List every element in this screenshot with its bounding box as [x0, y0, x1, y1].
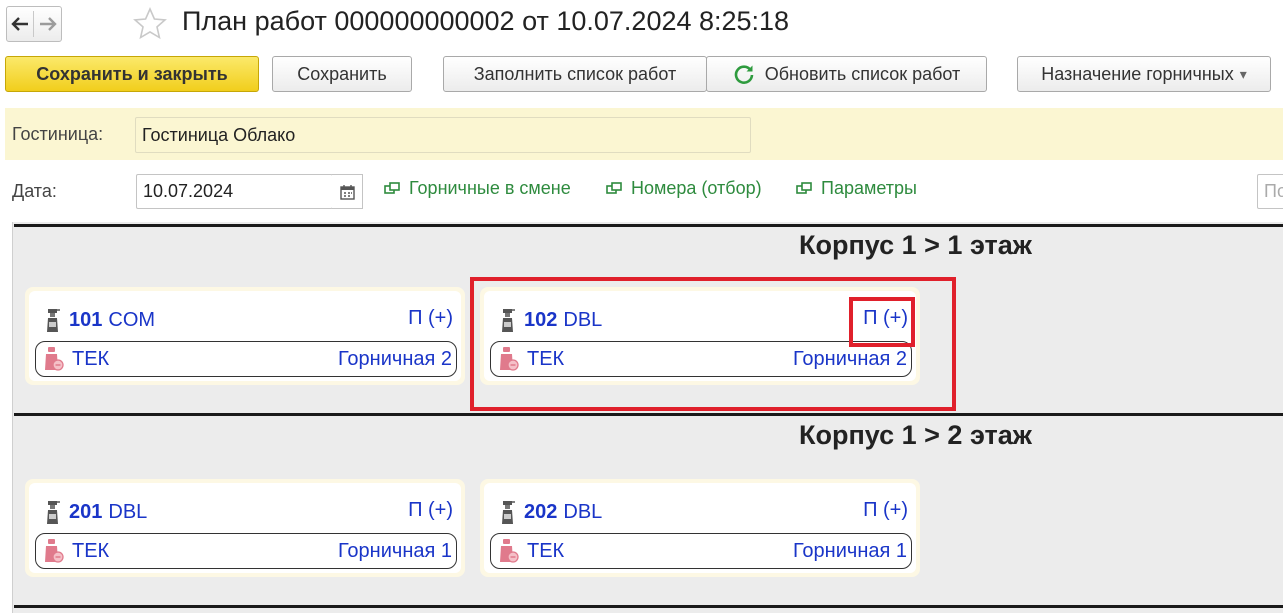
parameters-link[interactable]: Параметры — [796, 178, 917, 199]
room-number: 202 — [524, 500, 558, 523]
room-card-201[interactable]: 201 DBL П (+) ТЕК Горничная 1 — [25, 479, 465, 577]
room-type: COM — [108, 308, 156, 331]
star-icon — [133, 7, 167, 40]
search-input[interactable]: По — [1257, 174, 1283, 209]
add-task-link[interactable]: П (+) — [408, 499, 453, 522]
nav-buttons — [6, 6, 62, 42]
rooms-filter-label: Номера (отбор) — [631, 178, 762, 198]
floor-separator — [14, 224, 1283, 227]
cleaning-task-icon — [500, 539, 519, 563]
parameters-label: Параметры — [821, 178, 917, 198]
refresh-icon — [734, 65, 754, 84]
forward-button[interactable] — [35, 7, 61, 41]
hotel-label: Гостиница: — [12, 124, 104, 144]
date-label: Дата: — [12, 181, 57, 201]
room-type: DBL — [563, 500, 603, 523]
highlight-add-task — [849, 297, 915, 347]
spray-bottle-icon — [47, 309, 60, 332]
calendar-button[interactable] — [332, 174, 363, 209]
task-row[interactable]: ТЕК Горничная 2 — [35, 341, 457, 377]
refresh-work-list-button[interactable]: Обновить список работ — [706, 56, 987, 92]
task-code: ТЕК — [527, 540, 565, 562]
floor-title: Корпус 1 > 1 этаж — [799, 230, 1032, 260]
fill-work-list-button[interactable]: Заполнить список работ — [443, 56, 707, 92]
hotel-field[interactable]: Гостиница Облако — [135, 117, 751, 153]
room-number: 201 — [69, 500, 103, 523]
floor-separator — [14, 605, 1283, 608]
add-task-link[interactable]: П (+) — [863, 499, 908, 522]
maid-name: Горничная 1 — [337, 540, 452, 562]
open-panel-icon — [796, 181, 812, 197]
back-button[interactable] — [7, 7, 33, 41]
maid-name: Горничная 1 — [792, 540, 907, 562]
open-panel-icon — [606, 181, 622, 197]
chevron-down-icon: ▾ — [1239, 65, 1247, 82]
room-card-101[interactable]: 101 COM П (+) ТЕК Горничная 2 — [25, 287, 465, 385]
rooms-filter-link[interactable]: Номера (отбор) — [606, 178, 762, 199]
assign-maids-dropdown[interactable]: Назначение горничных ▾ — [1017, 56, 1271, 92]
task-row[interactable]: ТЕК Горничная 1 — [35, 533, 457, 569]
room-number: 101 — [69, 308, 103, 331]
cleaning-task-icon — [45, 539, 64, 563]
maid-name: Горничная 2 — [337, 348, 452, 370]
save-and-close-button[interactable]: Сохранить и закрыть — [5, 56, 259, 92]
spray-bottle-icon — [47, 501, 60, 524]
cleaning-task-icon — [45, 347, 64, 371]
room-type: DBL — [108, 500, 148, 523]
floor-title: Корпус 1 > 2 этаж — [799, 420, 1032, 450]
task-code: ТЕК — [72, 540, 110, 562]
task-row[interactable]: ТЕК Горничная 1 — [490, 533, 912, 569]
date-field[interactable]: 10.07.2024 — [136, 174, 333, 209]
maids-on-shift-link[interactable]: Горничные в смене — [384, 178, 571, 199]
favorite-star[interactable] — [133, 7, 167, 46]
calendar-icon — [339, 184, 355, 200]
room-card-202[interactable]: 202 DBL П (+) ТЕК Горничная 1 — [480, 479, 920, 577]
arrow-right-icon — [40, 17, 57, 31]
save-button[interactable]: Сохранить — [272, 56, 412, 92]
open-panel-icon — [384, 181, 400, 197]
task-code: ТЕК — [72, 348, 110, 370]
page-title: План работ 000000000002 от 10.07.2024 8:… — [182, 6, 790, 36]
refresh-work-list-label: Обновить список работ — [764, 63, 961, 84]
arrow-left-icon — [11, 17, 28, 31]
assign-maids-label: Назначение горничных — [1041, 63, 1234, 84]
floor-separator — [14, 413, 1283, 416]
spray-bottle-icon — [502, 501, 515, 524]
maids-on-shift-label: Горничные в смене — [409, 178, 571, 198]
add-task-link[interactable]: П (+) — [408, 307, 453, 330]
